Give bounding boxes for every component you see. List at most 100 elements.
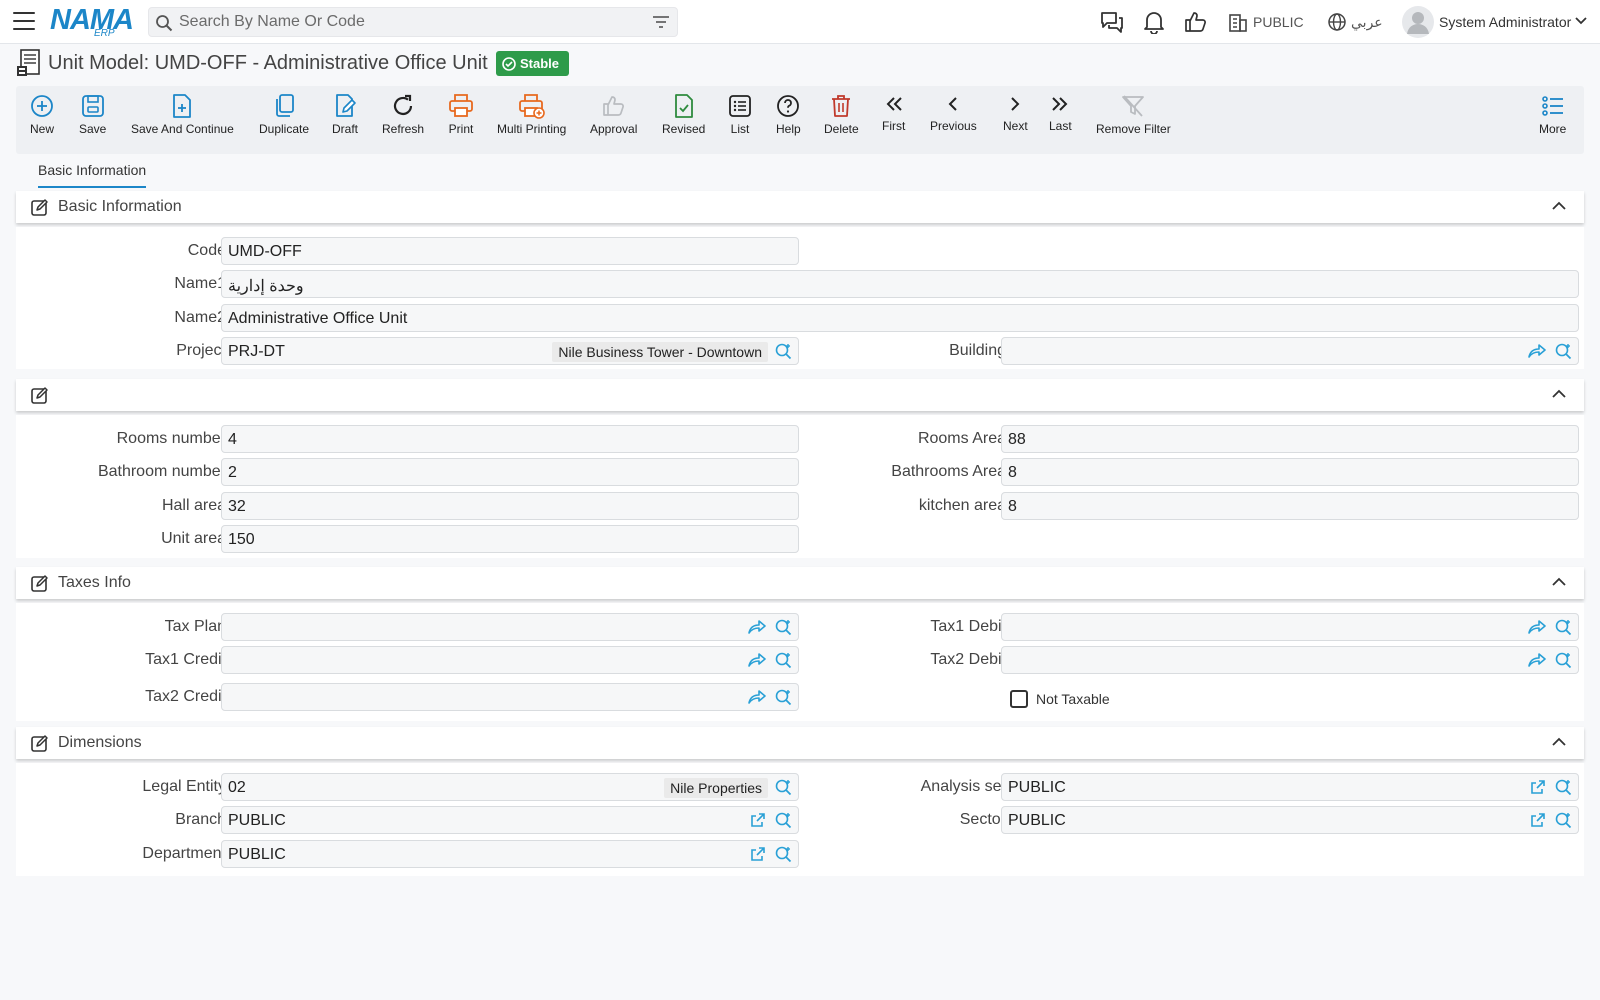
search-plus-icon[interactable] — [775, 343, 792, 360]
tax2-credit-field[interactable] — [221, 683, 799, 711]
remove-filter-button[interactable]: Remove Filter — [1096, 92, 1171, 136]
user-icon — [1407, 12, 1429, 34]
list-button[interactable]: List — [728, 92, 752, 136]
kitchen-area-field[interactable]: 8 — [1001, 492, 1579, 520]
more-button[interactable]: More — [1539, 92, 1566, 136]
save-and-continue-button[interactable]: Save And Continue — [131, 92, 234, 136]
section-areas-body: Rooms number 4 Rooms Area 88 Bathroom nu… — [16, 415, 1584, 558]
name1-field[interactable]: وحدة إدارية — [221, 270, 1579, 298]
new-button[interactable]: New — [30, 92, 54, 136]
bathroom-number-field[interactable]: 2 — [221, 458, 799, 486]
chevron-up-icon[interactable] — [1552, 201, 1566, 211]
company-selector[interactable]: PUBLIC — [1253, 14, 1304, 30]
help-button[interactable]: Help — [776, 92, 801, 136]
multi-printing-button[interactable]: Multi Printing — [497, 92, 566, 136]
duplicate-button[interactable]: Duplicate — [259, 92, 309, 136]
hall-area-field[interactable]: 32 — [221, 492, 799, 520]
share-icon[interactable] — [1528, 652, 1546, 668]
section-title: Dimensions — [58, 734, 142, 751]
revised-button[interactable]: Revised — [662, 92, 705, 136]
last-button[interactable]: Last — [1049, 92, 1072, 133]
project-label: Project — [176, 342, 226, 359]
page-title: Unit Model: UMD-OFF - Administrative Off… — [48, 52, 488, 74]
bathrooms-area-label: Bathrooms Area — [891, 463, 1006, 480]
chevron-up-icon[interactable] — [1552, 577, 1566, 587]
user-name[interactable]: System Administrator — [1439, 14, 1571, 30]
tax2-debit-field[interactable] — [1001, 646, 1579, 674]
section-areas-header[interactable] — [16, 379, 1584, 411]
external-link-icon[interactable] — [1530, 812, 1546, 828]
name2-label: Name2 — [174, 309, 226, 326]
share-icon[interactable] — [1528, 619, 1546, 635]
bell-icon[interactable] — [1143, 10, 1165, 34]
legal-entity-field[interactable]: 02 Nile Properties — [221, 773, 799, 801]
tax-plan-field[interactable] — [221, 613, 799, 641]
name2-field[interactable]: Administrative Office Unit — [221, 304, 1579, 332]
tax1-credit-field[interactable] — [221, 646, 799, 674]
next-button[interactable]: Next — [1003, 92, 1028, 133]
chevron-up-icon[interactable] — [1552, 389, 1566, 399]
section-basic-information-header[interactable]: Basic Information — [16, 191, 1584, 223]
project-field[interactable]: PRJ-DT Nile Business Tower - Downtown — [221, 337, 799, 365]
rooms-area-field[interactable]: 88 — [1001, 425, 1579, 453]
search-plus-icon[interactable] — [775, 689, 792, 706]
search-plus-icon[interactable] — [1555, 812, 1572, 829]
avatar[interactable] — [1402, 6, 1434, 38]
refresh-button[interactable]: Refresh — [382, 92, 424, 136]
tab-basic-information[interactable]: Basic Information — [38, 162, 147, 188]
draft-button[interactable]: Draft — [332, 92, 358, 136]
tax1-debit-field[interactable] — [1001, 613, 1579, 641]
share-icon[interactable] — [748, 619, 766, 635]
app-logo[interactable]: NAMA ERP — [50, 4, 134, 40]
section-dimensions-header[interactable]: Dimensions — [16, 727, 1584, 759]
rooms-number-field[interactable]: 4 — [221, 425, 799, 453]
search-plus-icon[interactable] — [775, 779, 792, 796]
share-icon[interactable] — [748, 652, 766, 668]
tax1-debit-label: Tax1 Debit — [930, 618, 1006, 635]
previous-button[interactable]: Previous — [930, 92, 977, 133]
language-switch[interactable]: عربي — [1351, 14, 1383, 31]
first-button[interactable]: First — [882, 92, 905, 133]
print-button[interactable]: Print — [448, 92, 474, 136]
not-taxable-label[interactable]: Not Taxable — [1036, 691, 1110, 707]
external-link-icon[interactable] — [1530, 779, 1546, 795]
search-plus-icon[interactable] — [775, 652, 792, 669]
search-plus-icon[interactable] — [1555, 779, 1572, 796]
section-taxes-header[interactable]: Taxes Info — [16, 567, 1584, 599]
department-field[interactable]: PUBLIC — [221, 840, 799, 868]
filter-icon[interactable] — [653, 15, 669, 29]
chat-icon[interactable] — [1099, 10, 1125, 34]
building-field[interactable] — [1001, 337, 1579, 365]
search-plus-icon[interactable] — [1555, 652, 1572, 669]
unit-area-field[interactable]: 150 — [221, 525, 799, 553]
thumbs-up-icon[interactable] — [1184, 10, 1208, 34]
rooms-number-label: Rooms number — [116, 430, 226, 447]
legal-entity-label: Legal Entity — [142, 778, 226, 795]
search-plus-icon[interactable] — [1555, 619, 1572, 636]
external-link-icon[interactable] — [750, 846, 766, 862]
code-field[interactable]: UMD-OFF — [221, 237, 799, 265]
share-icon[interactable] — [748, 689, 766, 705]
search-plus-icon[interactable] — [775, 619, 792, 636]
share-icon[interactable] — [1528, 343, 1546, 359]
chevron-down-icon[interactable] — [1575, 17, 1587, 25]
search-plus-icon[interactable] — [1555, 343, 1572, 360]
branch-field[interactable]: PUBLIC — [221, 806, 799, 834]
delete-button[interactable]: Delete — [824, 92, 859, 136]
refresh-icon — [393, 94, 413, 115]
approval-button[interactable]: Approval — [590, 92, 637, 136]
legal-entity-description: Nile Properties — [664, 778, 768, 798]
top-bar: NAMA ERP PUBLIC عربي System Administrato… — [0, 0, 1600, 44]
search-plus-icon[interactable] — [775, 812, 792, 829]
search-plus-icon[interactable] — [775, 846, 792, 863]
menu-icon[interactable] — [13, 12, 35, 32]
external-link-icon[interactable] — [750, 812, 766, 828]
bathrooms-area-field[interactable]: 8 — [1001, 458, 1579, 486]
sector-field[interactable]: PUBLIC — [1001, 806, 1579, 834]
chevron-up-icon[interactable] — [1552, 737, 1566, 747]
filter-off-icon — [1122, 95, 1145, 117]
analysis-set-field[interactable]: PUBLIC — [1001, 773, 1579, 801]
save-button[interactable]: Save — [79, 92, 106, 136]
not-taxable-checkbox[interactable] — [1010, 690, 1028, 708]
search-input[interactable] — [179, 11, 629, 33]
